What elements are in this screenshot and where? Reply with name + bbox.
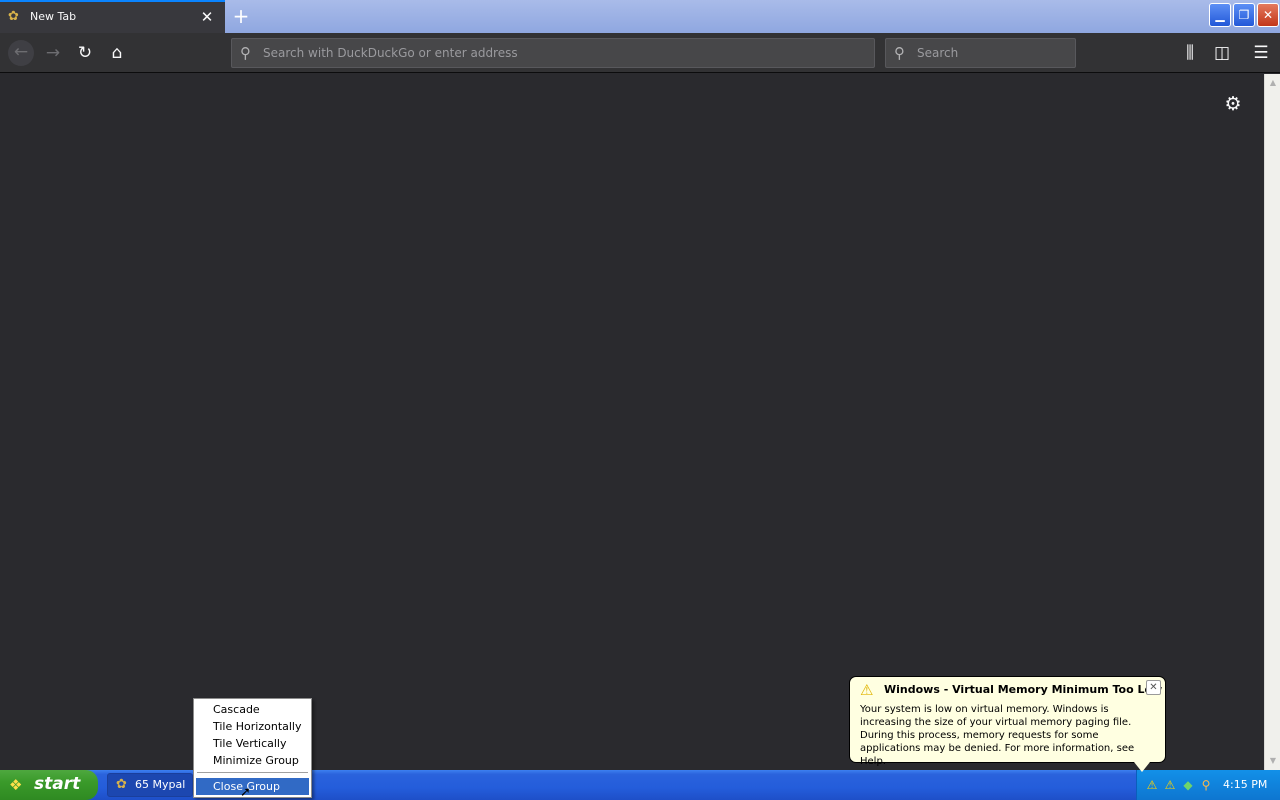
warning-icon[interactable]: ⚠: [1144, 777, 1160, 793]
scroll-up-icon[interactable]: ▲: [1266, 76, 1280, 90]
forward-button[interactable]: →: [41, 41, 65, 65]
window-maximize-button[interactable]: ❐: [1233, 3, 1255, 27]
balloon-title: Windows - Virtual Memory Minimum Too Low: [884, 683, 1163, 696]
taskbar: ❖ start ✿ 65 Mypal ⚠ ⚠ ◆ ⚲ 4:15 PM: [0, 770, 1280, 800]
start-button[interactable]: ❖ start: [0, 770, 98, 800]
gear-icon[interactable]: ⚙: [1222, 93, 1244, 115]
hamburger-menu-button[interactable]: ☰: [1249, 41, 1273, 65]
back-button[interactable]: ←: [8, 40, 34, 66]
clock[interactable]: 4:15 PM: [1223, 778, 1267, 791]
menu-item-cascade[interactable]: Cascade: [196, 701, 309, 718]
start-label: start: [34, 774, 81, 794]
menu-item-tile-horizontally[interactable]: Tile Horizontally: [196, 718, 309, 735]
search-input[interactable]: [917, 39, 1067, 67]
balloon-pointer: [1134, 762, 1150, 772]
warning-icon: ⚠: [860, 681, 874, 699]
menu-item-tile-vertically[interactable]: Tile Vertically: [196, 735, 309, 752]
search-icon: ⚲: [240, 44, 251, 62]
new-tab-page: ⚙: [0, 74, 1264, 770]
tab-title: New Tab: [30, 10, 77, 23]
new-tab-button[interactable]: +: [230, 5, 252, 27]
search-icon: ⚲: [894, 44, 905, 62]
system-tray: ⚠ ⚠ ◆ ⚲ 4:15 PM: [1136, 770, 1280, 800]
network-icon[interactable]: ◆: [1180, 777, 1196, 793]
menu-item-minimize-group[interactable]: Minimize Group: [196, 752, 309, 769]
home-button[interactable]: ⌂: [105, 41, 129, 65]
reload-button[interactable]: ↻: [73, 41, 97, 65]
mypal-icon: ✿: [8, 9, 19, 24]
balloon-message: Your system is low on virtual memory. Wi…: [860, 704, 1135, 767]
taskbar-group-button[interactable]: ✿ 65 Mypal: [107, 773, 193, 797]
windows-logo-icon: ❖: [9, 776, 23, 794]
window-close-button[interactable]: ✕: [1257, 3, 1279, 27]
mypal-icon: ✿: [116, 777, 127, 792]
address-input[interactable]: [263, 39, 863, 67]
sidebar-toggle-button[interactable]: ◫: [1210, 41, 1234, 65]
virtual-memory-balloon[interactable]: ⚠ Windows - Virtual Memory Minimum Too L…: [849, 676, 1166, 767]
address-bar[interactable]: ⚲: [231, 38, 875, 68]
search-bar[interactable]: ⚲: [885, 38, 1076, 68]
balloon-close-icon[interactable]: ✕: [1146, 680, 1161, 695]
security-warning-icon[interactable]: ⚠: [1162, 777, 1178, 793]
tab-close-icon[interactable]: ✕: [198, 8, 216, 26]
menu-separator: [197, 772, 308, 773]
library-button[interactable]: ⫼: [1178, 41, 1202, 65]
taskbar-group-label: 65 Mypal: [135, 778, 186, 791]
search-icon[interactable]: ⚲: [1198, 777, 1214, 793]
mouse-cursor-icon: ➚: [240, 785, 251, 800]
navigation-toolbar: ← → ↻ ⌂ ⚲ ⚲ ⫼ ◫ ☰: [0, 33, 1280, 73]
browser-titlebar: ✿ New Tab ✕ + ▁ ❐ ✕: [0, 0, 1280, 33]
taskbar-group-context-menu: Cascade Tile Horizontally Tile Verticall…: [193, 698, 312, 798]
scroll-down-icon[interactable]: ▼: [1266, 754, 1280, 768]
tab-new-tab[interactable]: ✿ New Tab ✕: [0, 0, 225, 33]
vertical-scrollbar[interactable]: ▲ ▼: [1264, 74, 1280, 770]
window-minimize-button[interactable]: ▁: [1209, 3, 1231, 27]
